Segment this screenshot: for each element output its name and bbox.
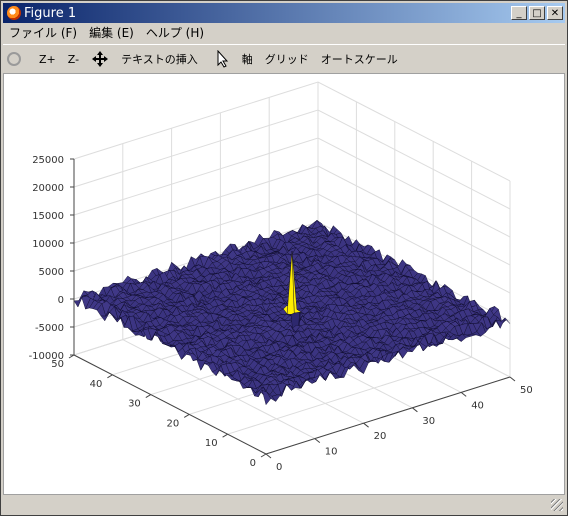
insert-text-button[interactable]: テキストの挿入 (117, 47, 202, 71)
x-tick (412, 407, 418, 413)
z-tick-label: 0 (58, 295, 64, 306)
z-tick-label: 25000 (32, 155, 64, 166)
x-tick (363, 422, 369, 428)
y-tick-label: 10 (205, 438, 218, 449)
menu-edit[interactable]: 編集 (E) (83, 24, 140, 41)
x-tick-label: 50 (520, 385, 533, 396)
window-title: Figure 1 (24, 5, 77, 21)
status-bar (3, 497, 565, 513)
menu-help[interactable]: ヘルプ (H) (140, 24, 210, 41)
y-tick (107, 374, 113, 379)
x-tick-label: 0 (276, 462, 282, 473)
z-tick-label: -10000 (29, 351, 64, 362)
figure-window: Figure 1 _ □ ✕ ファイル (F) 編集 (E) ヘルプ (H) Z… (0, 0, 568, 516)
y-tick (145, 394, 152, 399)
y-tick-label: 40 (90, 379, 103, 390)
axes-button[interactable]: 軸 (238, 47, 257, 71)
y-tick (222, 433, 228, 438)
title-bar[interactable]: Figure 1 _ □ ✕ (3, 3, 565, 23)
pan-button[interactable] (87, 47, 113, 71)
menu-file[interactable]: ファイル (F) (3, 24, 83, 41)
select-button[interactable] (212, 47, 234, 71)
cursor-icon (217, 50, 228, 68)
x-tick-label: 20 (374, 431, 387, 442)
zoom-out-button[interactable]: Z- (64, 47, 83, 71)
grid-button[interactable]: グリッド (261, 47, 313, 71)
surface-patch (196, 359, 206, 371)
y-tick (260, 453, 267, 458)
autoscale-button[interactable]: オートスケール (317, 47, 402, 71)
x-tick (265, 453, 272, 459)
octave-icon (7, 6, 21, 20)
zoom-in-button[interactable]: Z+ (35, 47, 60, 71)
z-tick-label: 15000 (32, 211, 64, 222)
x-tick (509, 376, 516, 382)
x-tick (314, 438, 321, 443)
x-axis-line (265, 376, 511, 455)
x-tick-label: 30 (422, 416, 435, 427)
surface-plot: 0102030405001020304050-10000-50000500010… (29, 81, 533, 473)
z-tick-label: 5000 (39, 267, 64, 278)
y-tick-label: 20 (166, 418, 179, 429)
x-tick-label: 10 (325, 447, 338, 458)
y-tick-label: 0 (250, 458, 256, 469)
toolbar: Z+ Z- テキストの挿入 軸 グリッド オートスケール (3, 44, 565, 74)
rotate-icon[interactable] (7, 52, 21, 66)
pan-icon (92, 51, 109, 67)
x-tick (460, 392, 467, 397)
minimize-icon[interactable]: _ (511, 6, 527, 20)
z-tick-label: 10000 (32, 239, 64, 250)
y-tick-label: 30 (128, 399, 141, 410)
maximize-icon[interactable]: □ (529, 6, 545, 20)
z-tick-label: -5000 (35, 323, 64, 334)
close-icon[interactable]: ✕ (547, 6, 563, 20)
z-tick-label: 20000 (32, 183, 64, 194)
menu-bar: ファイル (F) 編集 (E) ヘルプ (H) (3, 23, 565, 42)
plot-canvas[interactable]: 0 10 20 30 40 50 0 10 20 30 40 50 -10000 -5000 0 5000 10… (3, 73, 565, 495)
y-tick (183, 413, 190, 418)
resize-grip-icon[interactable] (551, 499, 563, 511)
x-tick-label: 40 (471, 400, 484, 411)
